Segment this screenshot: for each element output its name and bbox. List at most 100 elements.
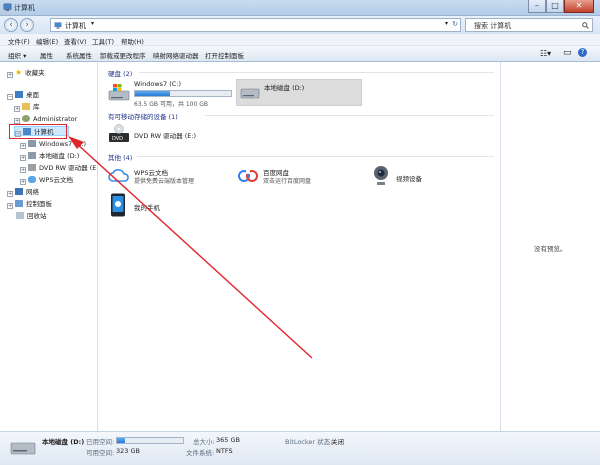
system-properties-button[interactable]: 系统属性 bbox=[66, 50, 92, 60]
arrow-left-icon: ‹ bbox=[9, 20, 13, 30]
maximize-button[interactable]: □ bbox=[546, 0, 564, 13]
expand-icon[interactable]: + bbox=[7, 72, 13, 78]
command-bar: 组织 ▾ 属性 系统属性 卸载或更改程序 映射网络驱动器 打开控制面板 ☷▾ ▭… bbox=[0, 46, 600, 62]
tree-item-recycle-bin[interactable]: 回收站 bbox=[16, 211, 47, 221]
details-free-label: 可用空间: bbox=[86, 449, 115, 457]
webcam-icon bbox=[374, 166, 388, 185]
windows-drive-icon bbox=[108, 84, 130, 101]
view-options-icon[interactable]: ☷▾ bbox=[540, 49, 551, 58]
cloud-icon bbox=[28, 176, 36, 183]
no-preview-message: 没有预览。 bbox=[534, 245, 567, 253]
expand-icon[interactable]: + bbox=[20, 155, 26, 161]
video-device-item[interactable]: 视频设备 bbox=[371, 165, 471, 189]
minimize-button[interactable]: – bbox=[528, 0, 546, 13]
tree-item-control-panel[interactable]: + 控制面板 bbox=[7, 199, 52, 209]
expand-icon[interactable]: + bbox=[7, 203, 13, 209]
details-pane: 本地磁盘 (D:) 已用空间: 总大小: 365 GB BitLocker 状态… bbox=[0, 431, 600, 465]
tree-item-desktop[interactable]: − 桌面 bbox=[7, 90, 39, 100]
tree-item-library[interactable]: + 库 bbox=[14, 102, 40, 112]
preview-pane: 没有预览。 bbox=[500, 62, 600, 431]
forward-button[interactable]: › bbox=[20, 18, 34, 32]
search-placeholder: 搜索 计算机 bbox=[474, 22, 512, 30]
help-icon[interactable]: ? bbox=[578, 48, 587, 57]
preview-pane-icon[interactable]: ▭ bbox=[563, 48, 572, 58]
drive-d[interactable]: 本地磁盘 (D:) bbox=[236, 79, 362, 106]
menu-file[interactable]: 文件(F) bbox=[8, 36, 30, 46]
menu-view[interactable]: 查看(V) bbox=[64, 36, 87, 46]
drive-d-name: 本地磁盘 (D:) bbox=[264, 84, 305, 92]
expand-icon[interactable]: + bbox=[20, 167, 26, 173]
tree-item-drive-d[interactable]: + 本地磁盘 (D:) bbox=[20, 151, 79, 161]
collapse-icon[interactable]: − bbox=[7, 94, 13, 100]
details-free-value: 323 GB bbox=[116, 447, 140, 455]
phone-icon bbox=[111, 193, 125, 217]
arrow-right-icon: › bbox=[25, 20, 29, 30]
details-drive-name: 本地磁盘 (D:) bbox=[42, 438, 85, 446]
search-input[interactable]: 搜索 计算机 bbox=[465, 18, 593, 32]
window-title: 计算机 bbox=[14, 4, 35, 12]
tree-item-drive-c[interactable]: + Windows7 (C:) bbox=[20, 139, 86, 149]
computer-icon bbox=[54, 22, 62, 29]
close-button[interactable]: ✕ bbox=[564, 0, 594, 13]
back-button[interactable]: ‹ bbox=[4, 18, 18, 32]
tree-item-dvd[interactable]: + DVD RW 驱动器 (E bbox=[20, 163, 96, 173]
wps-cloud-item[interactable]: WPS云文档 提供免费云端版本管理 bbox=[108, 165, 228, 189]
details-bitlocker-value: 关闭 bbox=[331, 438, 344, 446]
chevron-down-icon[interactable]: ▾ bbox=[445, 20, 448, 27]
svg-text:DVD: DVD bbox=[112, 136, 123, 142]
group-header-other[interactable]: 其他 (4) bbox=[108, 152, 132, 162]
recycle-bin-icon bbox=[16, 212, 24, 219]
drive-c-usage-bar bbox=[134, 90, 232, 97]
expand-icon[interactable]: + bbox=[20, 179, 26, 185]
tree-item-wps[interactable]: + WPS云文档 bbox=[20, 175, 73, 185]
group-divider bbox=[139, 72, 494, 73]
my-phone-item[interactable]: 我的手机 bbox=[110, 193, 190, 219]
details-total-label: 总大小: bbox=[193, 438, 215, 446]
menu-help[interactable]: 帮助(H) bbox=[121, 36, 144, 46]
hard-drive-icon bbox=[10, 442, 36, 455]
details-fs-value: NTFS bbox=[216, 447, 233, 455]
wps-cloud-description: 提供免费云端版本管理 bbox=[134, 178, 195, 185]
tree-item-administrator[interactable]: + Administrator bbox=[14, 114, 77, 124]
drive-c-space: 63.5 GB 可用，共 100 GB bbox=[134, 101, 208, 108]
menu-edit[interactable]: 编辑(E) bbox=[36, 36, 58, 46]
computer-icon bbox=[3, 3, 12, 11]
chevron-down-icon[interactable]: ▾ bbox=[91, 20, 94, 27]
expand-icon[interactable]: + bbox=[14, 106, 20, 112]
baidu-netdisk-item[interactable]: 百度网盘 双击运行百度网盘 bbox=[237, 165, 357, 189]
address-field[interactable]: 计算机 ▾ ▾ ↻ bbox=[50, 18, 461, 32]
drive-c[interactable]: Windows7 (C:) 63.5 GB 可用，共 100 GB bbox=[108, 80, 233, 108]
details-bitlocker-label: BitLocker 状态: bbox=[285, 438, 333, 446]
video-device-name: 视频设备 bbox=[396, 175, 422, 183]
details-total-value: 365 GB bbox=[216, 436, 240, 444]
tree-item-favorites[interactable]: + ★ 收藏夹 bbox=[7, 68, 45, 78]
hard-drive-icon bbox=[240, 88, 260, 99]
expand-icon[interactable]: + bbox=[7, 191, 13, 197]
group-divider bbox=[137, 156, 494, 157]
open-control-panel-button[interactable]: 打开控制面板 bbox=[205, 50, 244, 60]
details-usage-fill bbox=[117, 438, 125, 443]
details-usage-bar bbox=[116, 437, 184, 444]
search-icon[interactable] bbox=[582, 22, 589, 29]
baidu-netdisk-icon bbox=[238, 170, 258, 182]
group-header-removable[interactable]: 有可移动存储的设备 (1) bbox=[108, 111, 178, 121]
dvd-drive-icon bbox=[28, 164, 36, 171]
desktop-icon bbox=[15, 91, 23, 98]
uninstall-program-button[interactable]: 卸载或更改程序 bbox=[100, 50, 146, 60]
properties-button[interactable]: 属性 bbox=[40, 50, 53, 60]
map-network-drive-button[interactable]: 映射网络驱动器 bbox=[153, 50, 199, 60]
control-panel-icon bbox=[15, 200, 23, 207]
dvd-drive[interactable]: DVD DVD RW 驱动器 (E:) bbox=[108, 123, 233, 147]
drive-c-usage-fill bbox=[135, 91, 171, 96]
menu-tools[interactable]: 工具(T) bbox=[92, 36, 114, 46]
hard-drive-icon bbox=[28, 140, 36, 147]
group-header-hard-drives[interactable]: 硬盘 (2) bbox=[108, 68, 132, 78]
refresh-icon[interactable]: ↻ bbox=[452, 20, 458, 28]
expand-icon[interactable]: + bbox=[20, 143, 26, 149]
dvd-drive-name: DVD RW 驱动器 (E:) bbox=[134, 132, 197, 140]
details-used-label: 已用空间: bbox=[86, 438, 115, 446]
address-bar: ‹ › 计算机 ▾ ▾ ↻ 搜索 计算机 bbox=[0, 16, 600, 34]
tree-item-network[interactable]: + 网络 bbox=[7, 187, 39, 197]
library-icon bbox=[22, 103, 30, 110]
organize-button[interactable]: 组织 ▾ bbox=[8, 50, 26, 60]
